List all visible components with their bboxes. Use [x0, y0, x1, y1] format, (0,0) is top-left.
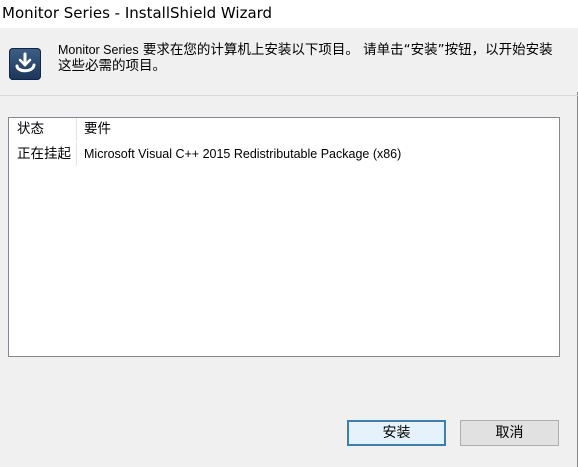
list-header: 状态 要件: [9, 118, 559, 141]
requirements-list[interactable]: 状态 要件 正在挂起 Microsoft Visual C++ 2015 Red…: [8, 117, 560, 357]
title-bar[interactable]: Monitor Series - InstallShield Wizard: [0, 0, 578, 28]
header-area: Monitor Series 要求在您的计算机上安装以下项目。 请单击“安装”按…: [0, 28, 578, 92]
window-title: Monitor Series - InstallShield Wizard: [2, 4, 273, 22]
column-header-status[interactable]: 状态: [9, 118, 77, 141]
header-separator: [0, 95, 578, 96]
install-button[interactable]: 安装: [347, 420, 446, 446]
installshield-icon: [9, 48, 41, 80]
cancel-button[interactable]: 取消: [460, 420, 559, 446]
installshield-window: Monitor Series - InstallShield Wizard Mo…: [0, 0, 578, 467]
list-item[interactable]: 正在挂起 Microsoft Visual C++ 2015 Redistrib…: [9, 142, 559, 166]
product-name: Monitor Series: [58, 43, 139, 57]
column-header-requirement[interactable]: 要件: [78, 118, 278, 141]
item-requirement: Microsoft Visual C++ 2015 Redistributabl…: [84, 147, 402, 161]
header-message: Monitor Series 要求在您的计算机上安装以下项目。 请单击“安装”按…: [58, 42, 563, 74]
item-status: 正在挂起: [9, 142, 77, 166]
